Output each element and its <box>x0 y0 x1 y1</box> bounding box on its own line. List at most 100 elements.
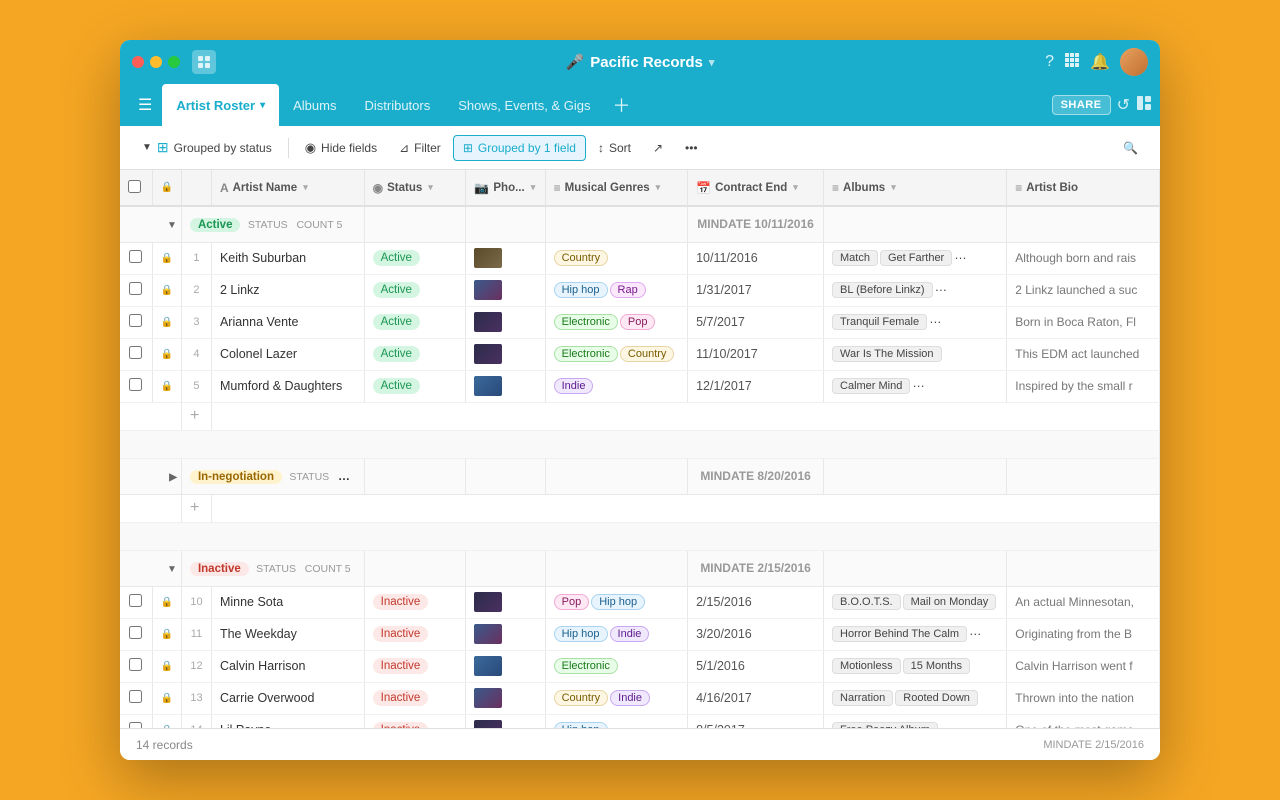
contract-header[interactable]: 📅 Contract End ▾ <box>688 170 824 206</box>
tab-albums[interactable]: Albums <box>279 84 350 126</box>
artist-name-cell[interactable]: 2 Linkz <box>211 274 364 306</box>
group-collapse-cell[interactable]: ▶ <box>120 458 181 494</box>
album-tag[interactable]: Mail on Monday <box>903 594 997 610</box>
add-row-plus[interactable]: + <box>181 494 211 522</box>
genre-tag[interactable]: Electronic <box>554 658 618 674</box>
table-row[interactable]: 🔒 10 Minne Sota Inactive PopHip hop 2/15… <box>120 586 1160 618</box>
artist-name-cell[interactable]: Keith Suburban <box>211 242 364 274</box>
photo-cell[interactable] <box>466 274 545 306</box>
album-tag[interactable]: Calmer Mind <box>832 378 910 394</box>
artist-name-cell[interactable]: Arianna Vente <box>211 306 364 338</box>
checkbox-header[interactable] <box>120 170 152 206</box>
album-tag[interactable]: BL (Before Linkz) <box>832 282 933 298</box>
status-cell[interactable]: Inactive <box>364 682 466 714</box>
photo-cell[interactable] <box>466 618 545 650</box>
share-button[interactable]: SHARE <box>1052 95 1111 115</box>
album-tag[interactable]: B.O.O.T.S. <box>832 594 901 610</box>
apps-icon[interactable] <box>1064 52 1080 73</box>
genre-tag[interactable]: Electronic <box>554 314 618 330</box>
photo-cell[interactable] <box>466 338 545 370</box>
status-cell[interactable]: Active <box>364 306 466 338</box>
group-toggle-icon[interactable]: ▶ <box>169 472 177 483</box>
status-cell[interactable]: Active <box>364 274 466 306</box>
genre-tag[interactable]: Hip hop <box>554 282 608 298</box>
table-row[interactable]: 🔒 4 Colonel Lazer Active ElectronicCount… <box>120 338 1160 370</box>
row-checkbox-cell[interactable] <box>120 586 152 618</box>
artist-name-cell[interactable]: Minne Sota <box>211 586 364 618</box>
status-cell[interactable]: Inactive <box>364 618 466 650</box>
row-checkbox-cell[interactable] <box>120 714 152 728</box>
genre-tag[interactable]: Country <box>554 250 609 266</box>
group-collapse-cell[interactable]: ▼ <box>120 550 181 586</box>
status-cell[interactable]: Active <box>364 338 466 370</box>
table-row[interactable]: 🔒 13 Carrie Overwood Inactive CountryInd… <box>120 682 1160 714</box>
status-caret-icon[interactable]: ▾ <box>428 182 433 193</box>
artist-name-cell[interactable]: Calvin Harrison <box>211 650 364 682</box>
artist-name-cell[interactable]: The Weekday <box>211 618 364 650</box>
genre-tag[interactable]: Pop <box>554 594 590 610</box>
genre-tag[interactable]: Pop <box>620 314 656 330</box>
table-row[interactable]: 🔒 5 Mumford & Daughters Active Indie 12/… <box>120 370 1160 402</box>
row-checkbox-cell[interactable] <box>120 338 152 370</box>
row-checkbox-cell[interactable] <box>120 306 152 338</box>
bio-header[interactable]: ≡ Artist Bio <box>1007 170 1160 206</box>
status-cell[interactable]: Active <box>364 242 466 274</box>
photo-header[interactable]: 📷 Pho... ▾ <box>466 170 545 206</box>
albums-caret-icon[interactable]: ▾ <box>891 182 896 193</box>
status-cell[interactable]: Active <box>364 370 466 402</box>
photo-cell[interactable] <box>466 242 545 274</box>
add-row[interactable]: + <box>120 494 1160 522</box>
genres-header[interactable]: ≡ Musical Genres ▾ <box>545 170 688 206</box>
photo-cell[interactable] <box>466 650 545 682</box>
table-row[interactable]: 🔒 3 Arianna Vente Active ElectronicPop 5… <box>120 306 1160 338</box>
row-checkbox-cell[interactable] <box>120 682 152 714</box>
row-checkbox-cell[interactable] <box>120 242 152 274</box>
artist-name-cell[interactable]: Mumford & Daughters <box>211 370 364 402</box>
artist-name-cell[interactable]: Colonel Lazer <box>211 338 364 370</box>
fullscreen-button[interactable] <box>168 56 180 68</box>
layout-icon[interactable] <box>1136 95 1152 116</box>
photo-caret-icon[interactable]: ▾ <box>531 182 536 193</box>
album-tag[interactable]: 15 Months <box>903 658 970 674</box>
photo-cell[interactable] <box>466 714 545 728</box>
artist-name-cell[interactable]: Lil Payne <box>211 714 364 728</box>
tab-distributors[interactable]: Distributors <box>350 84 444 126</box>
export-btn[interactable]: ↗ <box>643 135 673 161</box>
genre-tag[interactable]: Indie <box>554 378 594 394</box>
album-tag[interactable]: Match <box>832 250 878 266</box>
row-checkbox-cell[interactable] <box>120 370 152 402</box>
table-row[interactable]: 🔒 12 Calvin Harrison Inactive Electronic… <box>120 650 1160 682</box>
photo-cell[interactable] <box>466 586 545 618</box>
row-checkbox-cell[interactable] <box>120 274 152 306</box>
genre-tag[interactable]: Country <box>620 346 675 362</box>
help-icon[interactable]: ? <box>1045 53 1054 71</box>
filter-btn[interactable]: ⊿ Filter <box>389 135 451 161</box>
close-button[interactable] <box>132 56 144 68</box>
album-tag[interactable]: Horror Behind The Calm <box>832 626 967 642</box>
photo-cell[interactable] <box>466 370 545 402</box>
add-tab-button[interactable]: ＋ <box>604 84 638 126</box>
genre-tag[interactable]: Country <box>554 690 609 706</box>
album-tag[interactable]: Rooted Down <box>895 690 978 706</box>
user-avatar[interactable] <box>1120 48 1148 76</box>
genre-caret-icon[interactable]: ▾ <box>656 182 661 193</box>
group-btn[interactable]: ⊞ Grouped by 1 field <box>453 135 586 161</box>
status-header[interactable]: ◉ Status ▾ <box>364 170 466 206</box>
album-tag[interactable]: Narration <box>832 690 893 706</box>
status-cell[interactable]: Inactive <box>364 586 466 618</box>
table-row[interactable]: 🔒 1 Keith Suburban Active Country 10/11/… <box>120 242 1160 274</box>
refresh-icon[interactable]: ↺ <box>1117 95 1130 115</box>
artist-name-header[interactable]: A Artist Name ▾ <box>211 170 364 206</box>
album-tag[interactable]: War Is The Mission <box>832 346 942 362</box>
tab-artist-roster[interactable]: Artist Roster ▾ <box>162 84 279 126</box>
photo-cell[interactable] <box>466 306 545 338</box>
search-btn[interactable]: 🔍 <box>1113 135 1148 161</box>
genre-tag[interactable]: Indie <box>610 690 650 706</box>
genre-tag[interactable]: Hip hop <box>554 626 608 642</box>
table-row[interactable]: 🔒 14 Lil Payne Inactive Hip hop 8/5/2017… <box>120 714 1160 728</box>
status-cell[interactable]: Inactive <box>364 714 466 728</box>
photo-cell[interactable] <box>466 682 545 714</box>
table-row[interactable]: 🔒 11 The Weekday Inactive Hip hopIndie 3… <box>120 618 1160 650</box>
contract-caret-icon[interactable]: ▾ <box>793 182 798 193</box>
album-tag[interactable]: Get Farther <box>880 250 952 266</box>
